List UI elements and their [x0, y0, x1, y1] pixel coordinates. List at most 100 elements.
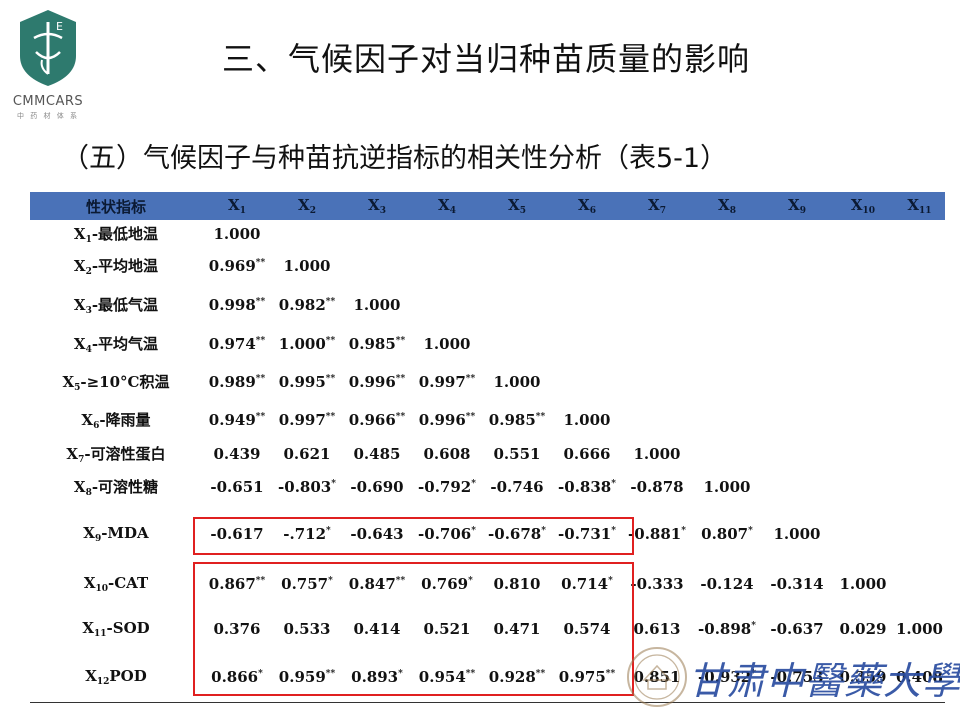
- cell-value: 0.414: [353, 620, 401, 638]
- row-label-subscript: 12: [96, 676, 110, 687]
- cell-value: 0.608: [423, 444, 471, 463]
- table-cell: 0.414: [342, 606, 412, 652]
- table-cell: [272, 220, 342, 247]
- table-cell: [894, 401, 945, 439]
- cell-value: 0.621: [283, 444, 331, 463]
- cell-value: 0.969: [208, 257, 256, 275]
- table-cell: -0.898*: [692, 606, 762, 652]
- significance-mark: **: [255, 374, 266, 384]
- cell-value: 0.666: [563, 444, 611, 463]
- cell-value: 1.000: [278, 334, 326, 353]
- column-header-x2: X2: [272, 192, 342, 220]
- table-cell: [894, 324, 945, 363]
- column-header-base: X: [438, 196, 450, 214]
- table-cell: [762, 439, 832, 468]
- significance-mark: **: [255, 576, 266, 586]
- cell-value: 0.966: [348, 411, 396, 429]
- cell-value: 0.847: [348, 575, 396, 593]
- cell-value: 1.000: [563, 411, 611, 429]
- cell-value: -0.792: [418, 478, 472, 496]
- cell-value: 0.551: [493, 444, 541, 463]
- table-cell: [412, 285, 482, 324]
- table-cell: -0.643: [342, 506, 412, 562]
- column-header-base: X: [298, 196, 310, 214]
- cell-value: -0.333: [630, 575, 684, 593]
- table-cell: 0.471: [482, 606, 552, 652]
- column-header-base: X: [648, 196, 660, 214]
- row-label-name: -平均气温: [91, 334, 159, 353]
- table-cell: 1.000: [202, 220, 272, 247]
- row-label: X5-≥10°C积温: [30, 363, 202, 401]
- significance-mark: *: [398, 668, 403, 679]
- column-header-base: X: [228, 196, 240, 214]
- table-row: X6-降雨量 0.949** 0.997** 0.966** 0.996** 0.985*…: [30, 401, 945, 439]
- table-cell: 0.995**: [272, 363, 342, 401]
- table-cell: 0.997**: [272, 401, 342, 439]
- table-cell: -0.124: [692, 562, 762, 606]
- significance-mark: **: [395, 576, 406, 586]
- logo-badge-icon: E: [20, 10, 76, 86]
- table-row: X8-可溶性糖 -0.651 -0.803* -0.690 -0.792* -0.746-…: [30, 468, 945, 506]
- significance-mark: *: [611, 526, 616, 536]
- table-row: X4-平均气温 0.974** 1.000** 0.985** 1.000: [30, 324, 945, 363]
- logo-mark: E: [56, 20, 63, 33]
- column-header-subscript: 7: [659, 206, 666, 216]
- cell-value: 0.485: [353, 444, 401, 463]
- cell-value: 0.769: [421, 575, 469, 593]
- cell-value: -0.746: [490, 478, 544, 496]
- cell-value: 0.985: [488, 411, 536, 429]
- table-cell: [832, 401, 894, 439]
- significance-mark: *: [258, 668, 263, 679]
- correlation-table: 性状指标 X1 X2 X3 X4 X5 X6 X7 X8 X9 X10 X11 X1-最低地温 1.0…: [30, 192, 945, 703]
- row-label-name: -最低地温: [91, 224, 159, 243]
- row-label-name: -CAT: [108, 574, 149, 592]
- table-cell: 1.000: [272, 247, 342, 285]
- row-label: X8-可溶性糖: [30, 468, 202, 506]
- column-header-base: X: [907, 196, 920, 214]
- column-header-base: X: [578, 196, 590, 214]
- column-header-x10: X10: [832, 192, 894, 220]
- table-cell: [894, 247, 945, 285]
- significance-mark: *: [751, 621, 756, 631]
- university-seal-icon: [627, 647, 687, 707]
- cell-value: 1.000: [896, 620, 943, 638]
- column-header-x5: X5: [482, 192, 552, 220]
- table-cell: [692, 285, 762, 324]
- table-cell: [622, 324, 692, 363]
- row-label-prefix: X: [73, 295, 86, 314]
- cell-value: 0.954: [418, 667, 466, 686]
- cell-value: 0.989: [208, 373, 256, 391]
- table-cell: [622, 247, 692, 285]
- significance-mark: *: [331, 479, 336, 489]
- column-header-base: X: [788, 196, 800, 214]
- table-cell: 0.769*: [412, 562, 482, 606]
- table-cell: 0.847**: [342, 562, 412, 606]
- cell-value: 0.985: [348, 334, 396, 353]
- row-label-name: -降雨量: [99, 411, 151, 429]
- table-cell: [412, 247, 482, 285]
- cell-value: 0.533: [283, 620, 331, 638]
- significance-mark: *: [328, 576, 333, 586]
- table-cell: 0.867**: [202, 562, 272, 606]
- table-cell: 1.000: [762, 506, 832, 562]
- cell-value: -0.706: [418, 525, 472, 543]
- cell-value: 0.757: [281, 575, 329, 593]
- table-cell: [552, 285, 622, 324]
- row-label-name: -平均地温: [91, 257, 159, 275]
- row-label-name: -可溶性蛋白: [84, 444, 166, 463]
- table-cell: 0.810: [482, 562, 552, 606]
- cell-value: 1.000: [423, 334, 471, 353]
- table-cell: 0.485: [342, 439, 412, 468]
- significance-mark: **: [605, 668, 616, 679]
- row-label-prefix: X: [62, 373, 75, 391]
- cell-value: 0.029: [839, 620, 887, 638]
- cell-value: -0.881: [628, 525, 682, 543]
- cell-value: -0.898: [698, 620, 752, 638]
- table-cell: 0.666: [552, 439, 622, 468]
- table-row: X7-可溶性蛋白 0.439 0.621 0.485 0.608 0.551 0.666 1.…: [30, 439, 945, 468]
- table-row: X11-SOD 0.376 0.533 0.414 0.521 0.471 0.574 0.6…: [30, 606, 945, 652]
- column-header-subscript: 9: [799, 206, 806, 216]
- significance-mark: **: [255, 412, 266, 422]
- cell-value: 1.000: [283, 257, 331, 275]
- table-cell: 0.439: [202, 439, 272, 468]
